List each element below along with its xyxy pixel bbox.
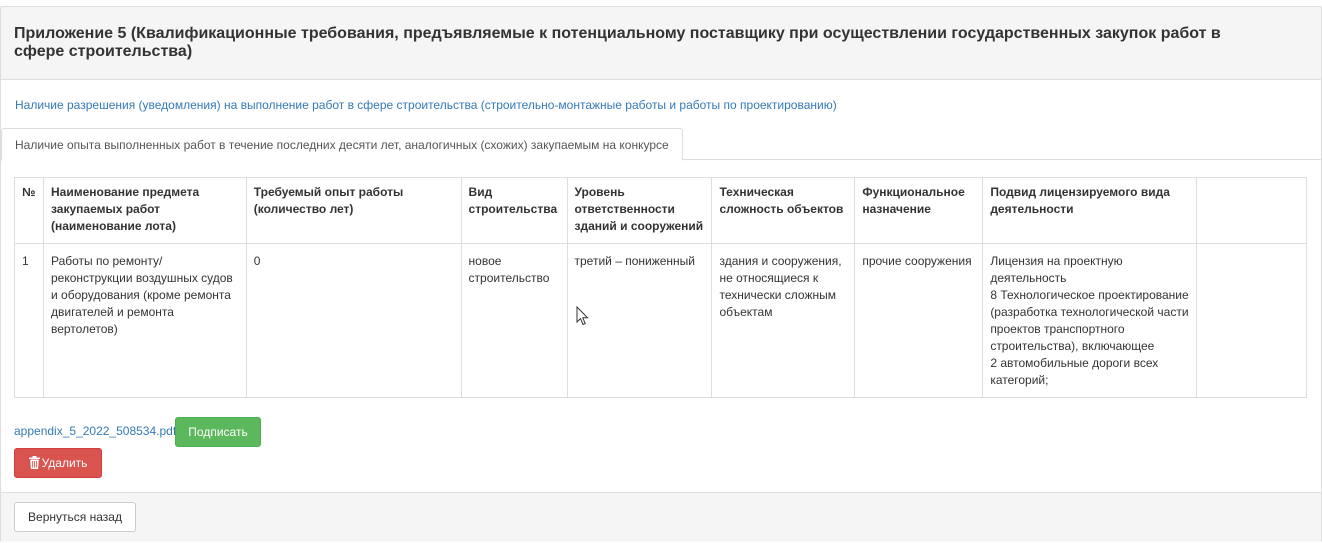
license-line: 8 Технологическое проектирование (разраб…	[990, 288, 1189, 353]
column-header: Уровень ответственности зданий и сооруже…	[566, 177, 713, 244]
column-header: Наименование предмета закупаемых работ (…	[42, 177, 247, 244]
cell-purpose: прочие сооружения	[854, 243, 984, 398]
panel-footer	[1, 492, 1321, 542]
mouse-pointer-icon	[576, 305, 589, 329]
license-line: 2 автомобильные дороги всех категорий;	[990, 356, 1159, 387]
column-header: Вид строительства	[460, 177, 568, 244]
delete-button-label: Удалить	[41, 456, 88, 470]
sign-button[interactable]: Подписать	[175, 417, 261, 447]
column-header: Техническая сложность объектов	[711, 177, 856, 244]
column-header	[1196, 177, 1307, 244]
tab-experience[interactable]: Наличие опыта выполненных работ в течени…	[1, 128, 683, 161]
file-link[interactable]: appendix_5_2022_508534.pdf	[14, 424, 176, 438]
column-header: Требуемый опыт работы (количество лет)	[245, 177, 462, 244]
trash-icon	[28, 451, 40, 479]
license-line: Лицензия на проектную деятельность	[990, 254, 1123, 285]
cell-construction-type: новое строительство	[460, 243, 568, 398]
cell-complexity: здания и сооружения, не относящиеся к те…	[711, 243, 856, 398]
panel-heading: Приложение 5 (Квалификационные требовани…	[1, 7, 1321, 80]
cell-lot-name: Работы по ремонту/ реконструкции воздушн…	[42, 243, 247, 398]
table-header-row: № Наименование предмета закупаемых работ…	[14, 177, 1307, 244]
column-header: Подвид лицензируемого вида деятельности	[982, 177, 1198, 244]
cell-license: Лицензия на проектную деятельность 8 Тех…	[982, 243, 1198, 398]
column-header: №	[14, 177, 44, 244]
column-header: Функциональное назначение	[854, 177, 984, 244]
cell-number: 1	[14, 243, 44, 398]
requirements-table: № Наименование предмета закупаемых работ…	[14, 177, 1307, 398]
cell-experience: 0	[245, 243, 462, 398]
tab-bar: Наличие опыта выполненных работ в течени…	[0, 128, 1322, 161]
permission-link[interactable]: Наличие разрешения (уведомления) на выпо…	[15, 98, 837, 112]
back-button[interactable]: Вернуться назад	[14, 502, 136, 532]
page-title: Приложение 5 (Квалификационные требовани…	[14, 25, 1221, 60]
table-row: 1 Работы по ремонту/ реконструкции возду…	[14, 243, 1307, 398]
delete-button[interactable]: Удалить	[14, 448, 102, 478]
cell-extra	[1196, 243, 1307, 398]
